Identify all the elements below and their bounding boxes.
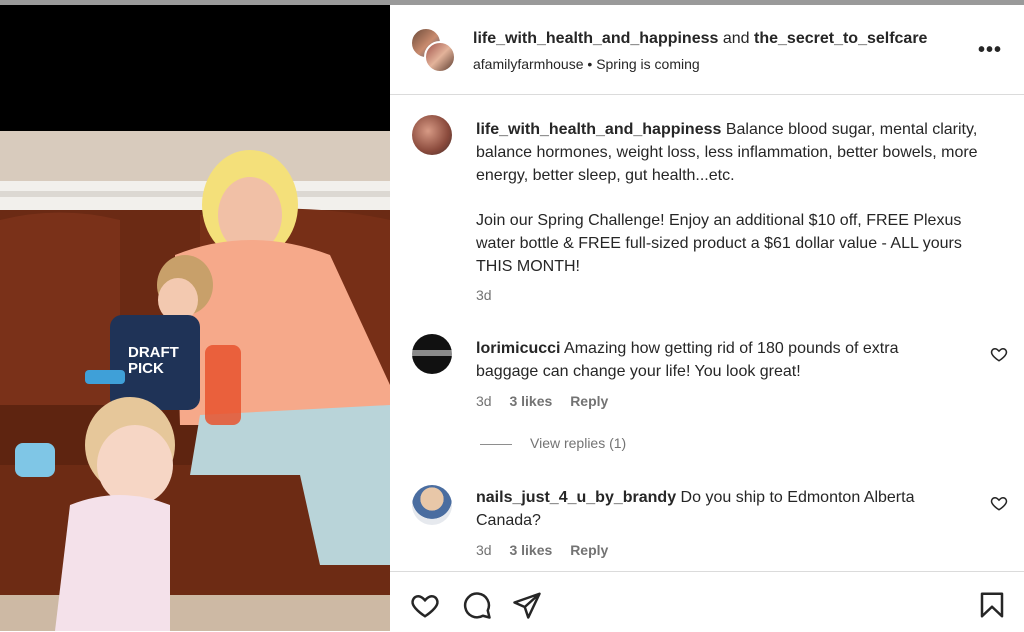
subtitle-separator: • [587, 56, 593, 72]
coauthor-username[interactable]: the_secret_to_selfcare [754, 30, 927, 47]
comment-text: nails_just_4_u_by_brandy Do you ship to … [476, 486, 956, 532]
commenter-username[interactable]: lorimicucci [476, 340, 560, 357]
comment-likes[interactable]: 3 likes [509, 393, 552, 409]
coauthor-avatar[interactable] [424, 41, 456, 73]
collab-avatars[interactable] [410, 27, 456, 73]
view-replies-button[interactable]: View replies (1) [480, 435, 626, 451]
caption-text: life_with_health_and_happiness Balance b… [476, 118, 996, 187]
comment-like-heart-icon[interactable] [990, 345, 1008, 363]
heart-icon[interactable] [410, 590, 440, 620]
replies-dash [480, 443, 512, 445]
share-icon[interactable] [512, 590, 542, 620]
post-header: life_with_health_and_happiness and the_s… [390, 5, 1024, 95]
author-joiner: and [722, 30, 750, 47]
comment-like-heart-icon[interactable] [990, 494, 1008, 512]
more-options-icon[interactable]: ••• [978, 39, 1002, 62]
commenter-username[interactable]: nails_just_4_u_by_brandy [476, 489, 676, 506]
commenter-avatar[interactable] [412, 485, 452, 525]
comment-time[interactable]: 3d [476, 542, 492, 558]
post-action-bar [390, 571, 1024, 632]
comment-meta: 3d 3 likes Reply [476, 393, 622, 409]
comment-meta: 3d 3 likes Reply [476, 542, 622, 558]
comment-reply-button[interactable]: Reply [570, 542, 608, 558]
comment-likes[interactable]: 3 likes [509, 542, 552, 558]
post-subtitle: afamilyfarmhouse • Spring is coming [473, 56, 700, 72]
comment-icon[interactable] [462, 590, 492, 620]
comment-text: lorimicucci Amazing how getting rid of 1… [476, 337, 956, 383]
tagged-user-link[interactable]: afamilyfarmhouse [473, 56, 584, 72]
photo-shirt-text: DRAFT PICK [128, 344, 179, 377]
comment-time[interactable]: 3d [476, 393, 492, 409]
post-authors: life_with_health_and_happiness and the_s… [473, 30, 927, 48]
commenter-avatar[interactable] [412, 334, 452, 374]
caption-timestamp[interactable]: 3d [476, 287, 492, 303]
caption-username[interactable]: life_with_health_and_happiness [476, 121, 721, 138]
bookmark-icon[interactable] [977, 590, 1007, 620]
caption-body-2: Join our Spring Challenge! Enjoy an addi… [476, 212, 962, 275]
caption-avatar[interactable] [412, 115, 452, 155]
author-username[interactable]: life_with_health_and_happiness [473, 30, 718, 47]
comment-reply-button[interactable]: Reply [570, 393, 608, 409]
audio-link[interactable]: Spring is coming [596, 56, 700, 72]
view-replies-label: View replies (1) [530, 435, 627, 451]
post-detail-panel: life_with_health_and_happiness and the_s… [390, 5, 1024, 631]
post-photo[interactable]: DRAFT PICK [0, 5, 390, 631]
